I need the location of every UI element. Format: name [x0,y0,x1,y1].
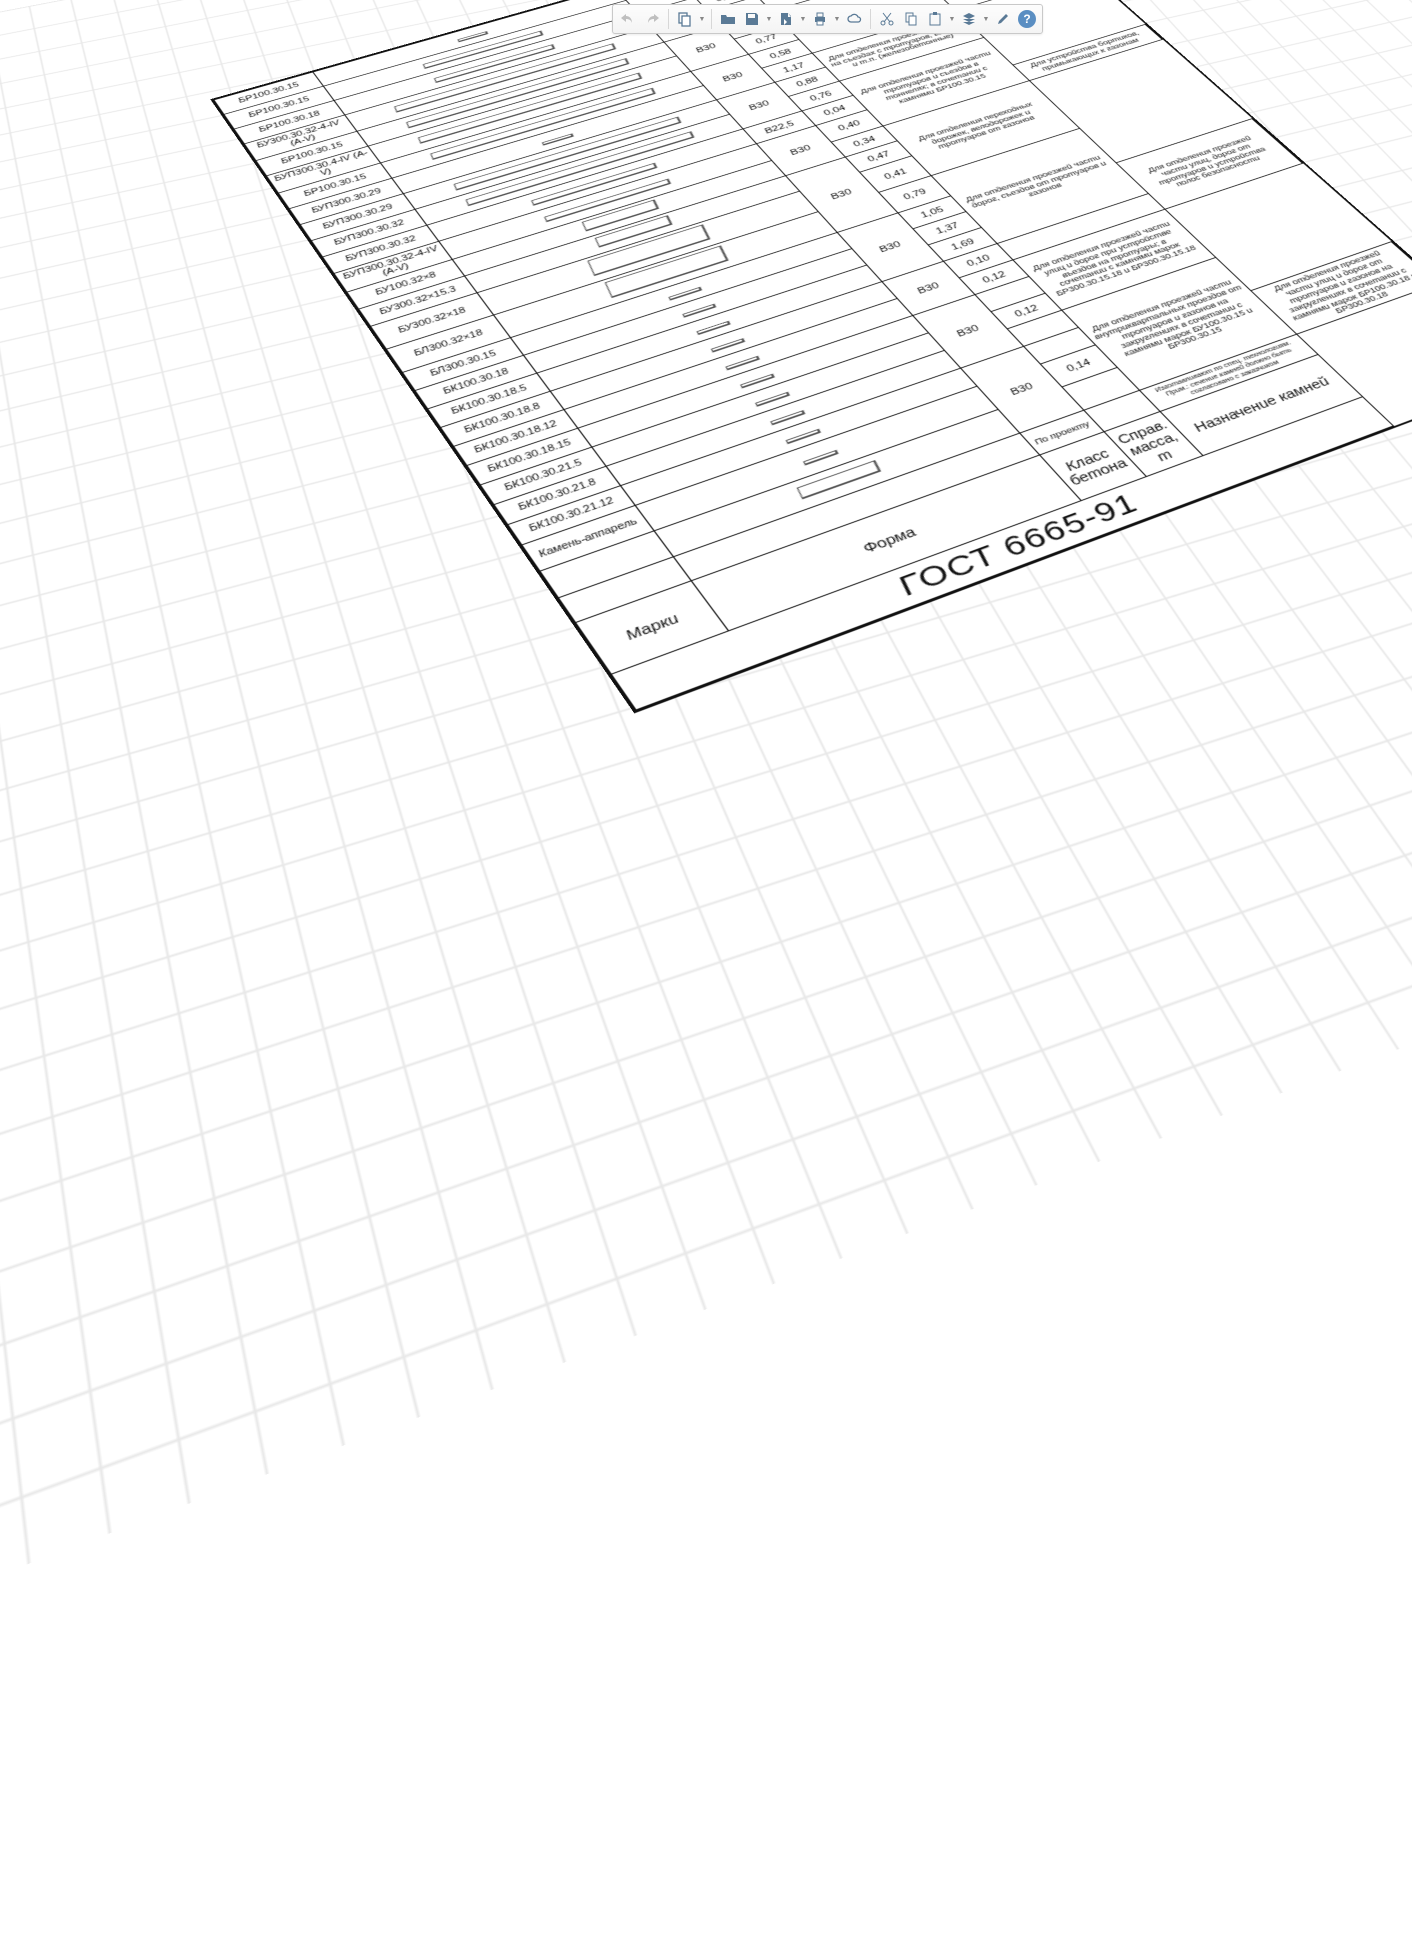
table-body: БР100.30.15В300,10БР100.30.150,32Для отд… [214,0,1412,623]
toolbar-separator [711,9,712,29]
layers-button[interactable] [958,8,980,30]
stone-table: БР100.30.15В300,10БР100.30.150,32Для отд… [213,0,1412,711]
viewport-3d[interactable]: БР100.30.15В300,10БР100.30.150,32Для отд… [0,0,1412,975]
copy-view-button[interactable] [674,8,696,30]
layers-dropdown[interactable]: ▼ [982,16,990,23]
paste-dropdown[interactable]: ▼ [948,16,956,23]
cut-button[interactable] [876,8,898,30]
toolbar-separator [668,9,669,29]
help-button[interactable]: ? [1016,8,1038,30]
toolbar-separator [870,9,871,29]
save-dropdown[interactable]: ▼ [765,16,773,23]
undo-button[interactable] [617,8,639,30]
cell-purpose: Для отделения проезжей части улиц, дорог… [1116,119,1302,209]
save-button[interactable] [741,8,763,30]
settings-button[interactable] [992,8,1014,30]
stone-shape [803,450,839,466]
print-dropdown[interactable]: ▼ [833,16,841,23]
export-button[interactable] [775,8,797,30]
print-button[interactable] [809,8,831,30]
quick-access-toolbar: ▼ ▼ ▼ ▼ ▼ ▼ ? [612,4,1043,34]
redo-button[interactable] [641,8,663,30]
open-button[interactable] [717,8,739,30]
export-dropdown[interactable]: ▼ [799,16,807,23]
copy-button[interactable] [900,8,922,30]
paste-button[interactable] [924,8,946,30]
cloud-button[interactable] [843,8,865,30]
copy-view-dropdown[interactable]: ▼ [698,16,706,23]
drawing-sheet: БР100.30.15В300,10БР100.30.150,32Для отд… [210,0,1412,714]
